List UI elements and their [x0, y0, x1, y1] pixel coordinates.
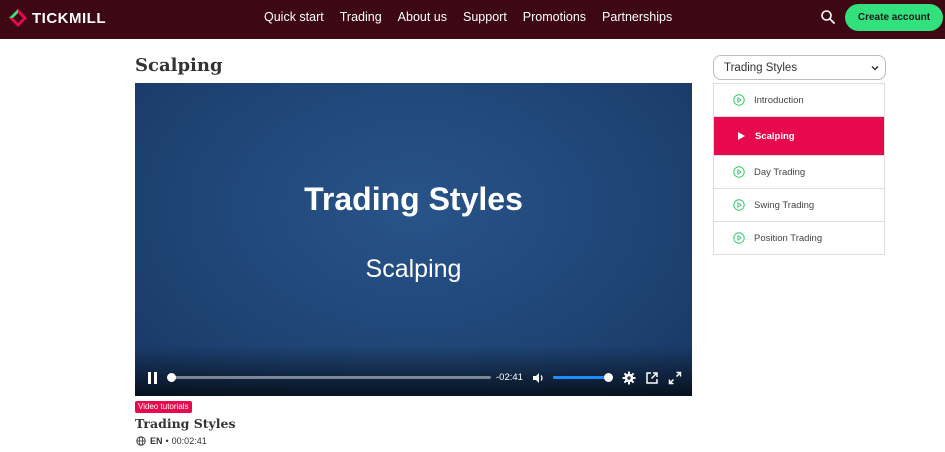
popout-icon[interactable] — [645, 371, 659, 385]
video-language: EN — [150, 436, 163, 446]
search-icon[interactable] — [820, 9, 836, 25]
playlist-item-label: Swing Trading — [754, 199, 815, 211]
nav-item-quick-start[interactable]: Quick start — [264, 10, 324, 24]
playlist-item-scalping[interactable]: Scalping — [714, 116, 884, 155]
pause-icon[interactable] — [147, 372, 159, 384]
settings-icon[interactable] — [622, 371, 636, 385]
main-nav: Quick start Trading About us Support Pro… — [264, 0, 688, 33]
playlist: Introduction Scalping Day Trading Swing … — [713, 83, 885, 255]
chevron-down-icon — [871, 65, 879, 71]
video-duration: 00:02:41 — [171, 436, 207, 446]
video-player[interactable]: Trading Styles Scalping -02:41 — [135, 83, 692, 396]
video-meta: EN • 00:02:41 — [136, 436, 207, 446]
logo-text: TICKMILL — [32, 9, 106, 27]
nav-item-support[interactable]: Support — [463, 10, 507, 24]
time-remaining: -02:41 — [496, 372, 523, 383]
tickmill-logo[interactable]: TICKMILL — [8, 8, 106, 28]
play-icon — [738, 132, 745, 140]
meta-separator: • — [165, 436, 169, 446]
playlist-item-label: Scalping — [755, 130, 795, 142]
playlist-item-day-trading[interactable]: Day Trading — [714, 155, 884, 188]
progress-handle[interactable] — [167, 373, 176, 382]
create-account-button[interactable]: Create account — [845, 4, 943, 31]
nav-item-trading[interactable]: Trading — [340, 10, 382, 24]
slide-title: Trading Styles — [304, 181, 523, 217]
fullscreen-icon[interactable] — [668, 371, 682, 385]
nav-item-about-us[interactable]: About us — [398, 10, 447, 24]
playlist-item-introduction[interactable]: Introduction — [714, 83, 884, 116]
playlist-item-label: Introduction — [754, 94, 804, 106]
playlist-item-label: Day Trading — [754, 166, 806, 178]
page-title: Scalping — [135, 55, 223, 76]
nav-item-promotions[interactable]: Promotions — [523, 10, 586, 24]
volume-slider[interactable] — [553, 373, 613, 382]
nav-item-partnerships[interactable]: Partnerships — [602, 10, 672, 24]
playlist-select[interactable]: Trading Styles — [713, 55, 886, 80]
play-circle-icon — [733, 94, 745, 106]
volume-level — [553, 376, 608, 379]
video-title: Trading Styles — [135, 416, 236, 431]
play-circle-icon — [733, 232, 745, 244]
globe-icon — [136, 436, 146, 446]
logo-mark-icon — [9, 9, 27, 27]
category-badge[interactable]: Video tutorials — [135, 401, 192, 413]
volume-icon[interactable] — [531, 371, 545, 385]
slide-subtitle: Scalping — [365, 255, 462, 283]
playlist-item-position-trading[interactable]: Position Trading — [714, 221, 884, 254]
top-navigation-bar: TICKMILL Quick start Trading About us Su… — [0, 0, 945, 39]
playlist-select-value: Trading Styles — [724, 61, 798, 74]
play-circle-icon — [733, 199, 745, 211]
controls-background — [135, 346, 692, 396]
playlist-item-label: Position Trading — [754, 232, 823, 244]
volume-handle[interactable] — [604, 373, 613, 382]
play-circle-icon — [733, 166, 745, 178]
progress-bar[interactable] — [167, 373, 491, 382]
playlist-item-swing-trading[interactable]: Swing Trading — [714, 188, 884, 221]
